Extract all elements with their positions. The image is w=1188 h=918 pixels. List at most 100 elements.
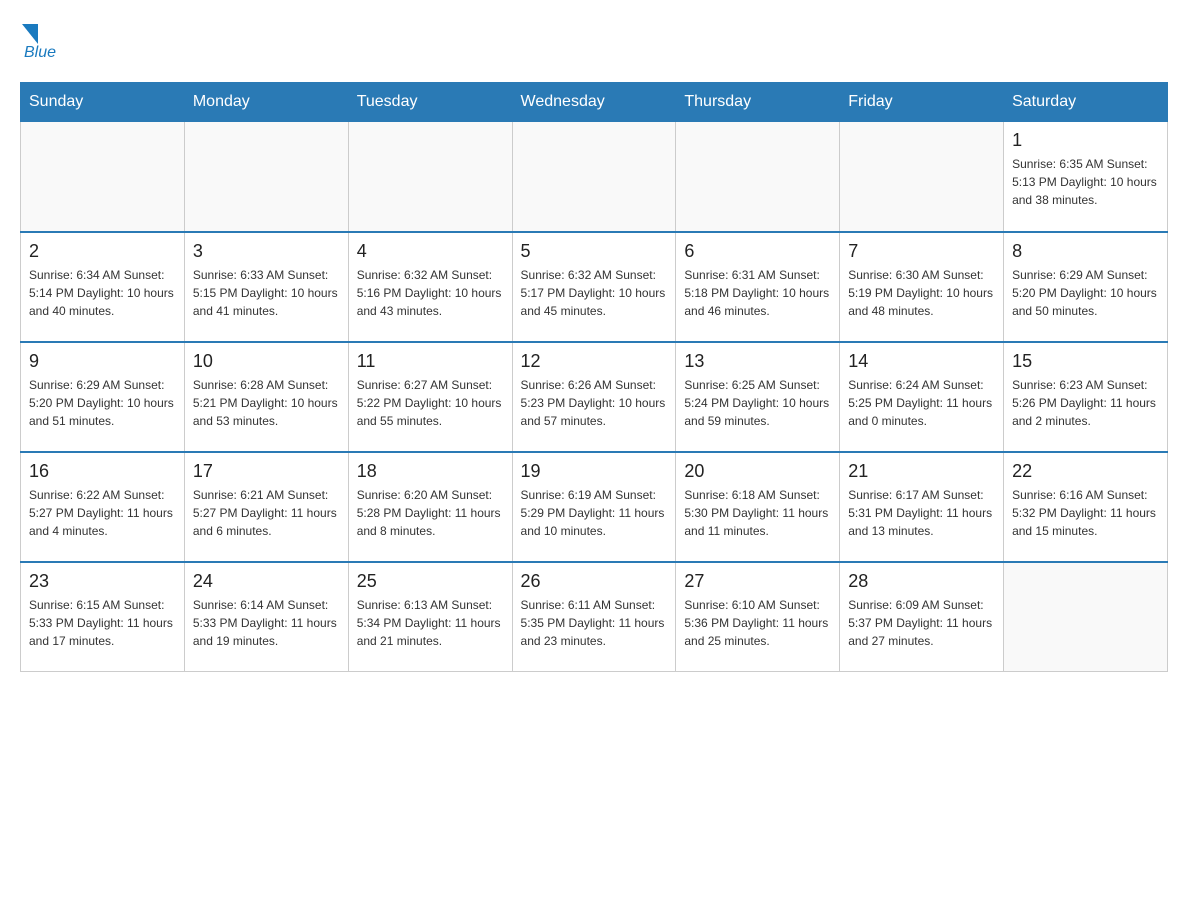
day-info: Sunrise: 6:32 AM Sunset: 5:16 PM Dayligh… (357, 266, 504, 320)
day-number: 28 (848, 571, 995, 592)
day-number: 9 (29, 351, 176, 372)
day-info: Sunrise: 6:26 AM Sunset: 5:23 PM Dayligh… (521, 376, 668, 430)
calendar-cell (1004, 562, 1168, 672)
day-info: Sunrise: 6:16 AM Sunset: 5:32 PM Dayligh… (1012, 486, 1159, 540)
day-info: Sunrise: 6:15 AM Sunset: 5:33 PM Dayligh… (29, 596, 176, 650)
day-info: Sunrise: 6:29 AM Sunset: 5:20 PM Dayligh… (1012, 266, 1159, 320)
day-info: Sunrise: 6:32 AM Sunset: 5:17 PM Dayligh… (521, 266, 668, 320)
day-number: 22 (1012, 461, 1159, 482)
logo: Blue (20, 20, 56, 62)
day-number: 17 (193, 461, 340, 482)
calendar-cell: 27 Sunrise: 6:10 AM Sunset: 5:36 PM Dayli… (676, 562, 840, 672)
day-number: 6 (684, 241, 831, 262)
calendar-week-4: 16 Sunrise: 6:22 AM Sunset: 5:27 PM Dayli… (21, 452, 1168, 562)
day-info: Sunrise: 6:20 AM Sunset: 5:28 PM Dayligh… (357, 486, 504, 540)
day-number: 18 (357, 461, 504, 482)
day-number: 12 (521, 351, 668, 372)
day-number: 11 (357, 351, 504, 372)
calendar-week-5: 23 Sunrise: 6:15 AM Sunset: 5:33 PM Dayli… (21, 562, 1168, 672)
day-info: Sunrise: 6:13 AM Sunset: 5:34 PM Dayligh… (357, 596, 504, 650)
calendar-cell: 15Sunrise: 6:23 AM Sunset: 5:26 PM Dayli… (1004, 342, 1168, 452)
calendar-cell (840, 122, 1004, 232)
calendar-cell: 4 Sunrise: 6:32 AM Sunset: 5:16 PM Daylig… (348, 232, 512, 342)
day-number: 19 (521, 461, 668, 482)
day-info: Sunrise: 6:24 AM Sunset: 5:25 PM Dayligh… (848, 376, 995, 430)
calendar-table: SundayMondayTuesdayWednesdayThursdayFrid… (20, 82, 1168, 672)
calendar-cell: 26 Sunrise: 6:11 AM Sunset: 5:35 PM Dayli… (512, 562, 676, 672)
calendar-cell: 28 Sunrise: 6:09 AM Sunset: 5:37 PM Dayli… (840, 562, 1004, 672)
calendar-cell (348, 122, 512, 232)
calendar-cell: 17 Sunrise: 6:21 AM Sunset: 5:27 PM Dayli… (184, 452, 348, 562)
day-info: Sunrise: 6:17 AM Sunset: 5:31 PM Dayligh… (848, 486, 995, 540)
calendar-cell: 8 Sunrise: 6:29 AM Sunset: 5:20 PM Daylig… (1004, 232, 1168, 342)
calendar-cell: 13 Sunrise: 6:25 AM Sunset: 5:24 PM Dayli… (676, 342, 840, 452)
header-day-saturday: Saturday (1004, 83, 1168, 122)
day-number: 27 (684, 571, 831, 592)
day-number: 23 (29, 571, 176, 592)
calendar-cell: 6Sunrise: 6:31 AM Sunset: 5:18 PM Daylig… (676, 232, 840, 342)
day-info: Sunrise: 6:19 AM Sunset: 5:29 PM Dayligh… (521, 486, 668, 540)
day-info: Sunrise: 6:21 AM Sunset: 5:27 PM Dayligh… (193, 486, 340, 540)
header-day-wednesday: Wednesday (512, 83, 676, 122)
day-number: 26 (521, 571, 668, 592)
day-number: 20 (684, 461, 831, 482)
day-number: 5 (521, 241, 668, 262)
calendar-body: 1 Sunrise: 6:35 AM Sunset: 5:13 PM Daylig… (21, 122, 1168, 672)
calendar-cell (512, 122, 676, 232)
calendar-cell: 3 Sunrise: 6:33 AM Sunset: 5:15 PM Daylig… (184, 232, 348, 342)
calendar-cell: 23 Sunrise: 6:15 AM Sunset: 5:33 PM Dayli… (21, 562, 185, 672)
header-day-friday: Friday (840, 83, 1004, 122)
calendar-cell: 21 Sunrise: 6:17 AM Sunset: 5:31 PM Dayli… (840, 452, 1004, 562)
header-day-tuesday: Tuesday (348, 83, 512, 122)
calendar-cell: 19 Sunrise: 6:19 AM Sunset: 5:29 PM Dayli… (512, 452, 676, 562)
calendar-cell: 11 Sunrise: 6:27 AM Sunset: 5:22 PM Dayli… (348, 342, 512, 452)
calendar-cell: 5 Sunrise: 6:32 AM Sunset: 5:17 PM Daylig… (512, 232, 676, 342)
page-header: Blue (20, 20, 1168, 62)
calendar-cell: 25 Sunrise: 6:13 AM Sunset: 5:34 PM Dayli… (348, 562, 512, 672)
calendar-week-2: 2 Sunrise: 6:34 AM Sunset: 5:14 PM Daylig… (21, 232, 1168, 342)
calendar-cell (184, 122, 348, 232)
day-number: 7 (848, 241, 995, 262)
day-info: Sunrise: 6:35 AM Sunset: 5:13 PM Dayligh… (1012, 155, 1159, 209)
logo-tagline: Blue (24, 44, 56, 62)
day-info: Sunrise: 6:11 AM Sunset: 5:35 PM Dayligh… (521, 596, 668, 650)
header-row: SundayMondayTuesdayWednesdayThursdayFrid… (21, 83, 1168, 122)
day-number: 16 (29, 461, 176, 482)
day-number: 8 (1012, 241, 1159, 262)
day-info: Sunrise: 6:18 AM Sunset: 5:30 PM Dayligh… (684, 486, 831, 540)
day-info: Sunrise: 6:09 AM Sunset: 5:37 PM Dayligh… (848, 596, 995, 650)
day-info: Sunrise: 6:33 AM Sunset: 5:15 PM Dayligh… (193, 266, 340, 320)
header-day-monday: Monday (184, 83, 348, 122)
day-number: 4 (357, 241, 504, 262)
calendar-header: SundayMondayTuesdayWednesdayThursdayFrid… (21, 83, 1168, 122)
day-number: 3 (193, 241, 340, 262)
logo-arrow-icon (22, 24, 38, 44)
header-day-sunday: Sunday (21, 83, 185, 122)
day-number: 2 (29, 241, 176, 262)
calendar-week-1: 1 Sunrise: 6:35 AM Sunset: 5:13 PM Daylig… (21, 122, 1168, 232)
day-info: Sunrise: 6:14 AM Sunset: 5:33 PM Dayligh… (193, 596, 340, 650)
day-number: 13 (684, 351, 831, 372)
day-info: Sunrise: 6:10 AM Sunset: 5:36 PM Dayligh… (684, 596, 831, 650)
calendar-cell (21, 122, 185, 232)
calendar-cell (676, 122, 840, 232)
day-number: 21 (848, 461, 995, 482)
day-number: 1 (1012, 130, 1159, 151)
day-info: Sunrise: 6:23 AM Sunset: 5:26 PM Dayligh… (1012, 376, 1159, 430)
day-number: 14 (848, 351, 995, 372)
calendar-cell: 12 Sunrise: 6:26 AM Sunset: 5:23 PM Dayli… (512, 342, 676, 452)
calendar-cell: 16 Sunrise: 6:22 AM Sunset: 5:27 PM Dayli… (21, 452, 185, 562)
day-info: Sunrise: 6:27 AM Sunset: 5:22 PM Dayligh… (357, 376, 504, 430)
day-info: Sunrise: 6:25 AM Sunset: 5:24 PM Dayligh… (684, 376, 831, 430)
day-info: Sunrise: 6:34 AM Sunset: 5:14 PM Dayligh… (29, 266, 176, 320)
day-number: 25 (357, 571, 504, 592)
calendar-cell: 7Sunrise: 6:30 AM Sunset: 5:19 PM Daylig… (840, 232, 1004, 342)
calendar-cell: 14 Sunrise: 6:24 AM Sunset: 5:25 PM Dayli… (840, 342, 1004, 452)
day-number: 24 (193, 571, 340, 592)
calendar-cell: 20 Sunrise: 6:18 AM Sunset: 5:30 PM Dayli… (676, 452, 840, 562)
calendar-week-3: 9Sunrise: 6:29 AM Sunset: 5:20 PM Daylig… (21, 342, 1168, 452)
calendar-cell: 18 Sunrise: 6:20 AM Sunset: 5:28 PM Dayli… (348, 452, 512, 562)
calendar-cell: 24 Sunrise: 6:14 AM Sunset: 5:33 PM Dayli… (184, 562, 348, 672)
day-info: Sunrise: 6:22 AM Sunset: 5:27 PM Dayligh… (29, 486, 176, 540)
calendar-cell: 10Sunrise: 6:28 AM Sunset: 5:21 PM Dayli… (184, 342, 348, 452)
